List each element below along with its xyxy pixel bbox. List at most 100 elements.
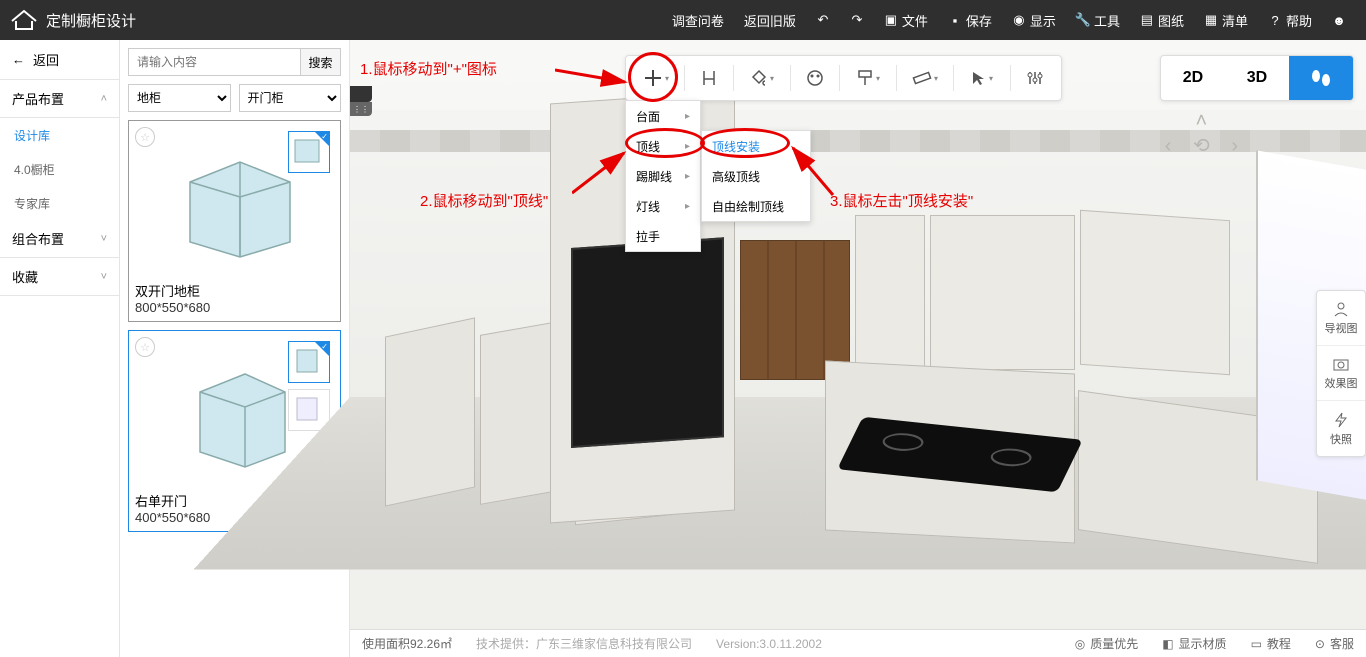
variant-thumb-1[interactable] [288,341,330,383]
target-icon: ◎ [1075,637,1085,651]
bolt-icon [1332,411,1350,429]
menu-tools[interactable]: 🔧工具 [1076,11,1120,30]
menu-display[interactable]: ◉显示 [1012,11,1056,30]
user-icon: ☻ [1332,13,1346,27]
settings-tool[interactable] [1015,55,1055,101]
card-dims: 800*550*680 [135,300,334,315]
status-quality[interactable]: ◎质量优先 [1075,635,1139,652]
measure-tool[interactable]: ▾ [901,55,949,101]
chevron-up-icon: ˄ [1165,110,1246,133]
footprints-icon [1309,68,1333,88]
status-area: 使用面积92.26㎡ [362,635,452,652]
subitem-expert-library[interactable]: 专家库 [0,186,119,220]
section-label: 收藏 [12,267,38,286]
color-tool[interactable] [795,55,835,101]
menu-item-lightline[interactable]: 灯线▸ [626,191,700,221]
material-tool[interactable]: ▾ [738,55,786,101]
redo-icon: ↷ [850,13,864,27]
view-2d-button[interactable]: 2D [1161,56,1225,100]
status-service[interactable]: ⊙客服 [1315,635,1354,652]
category-select-1[interactable]: 地柜 [128,84,231,112]
view-3d-button[interactable]: 3D [1225,56,1289,100]
rail-snapshot[interactable]: 快照 [1317,401,1365,456]
rail-render[interactable]: 效果图 [1317,346,1365,401]
logo: 定制橱柜设计 [10,9,136,31]
back-button[interactable]: ← 返回 [0,40,119,80]
variant-thumb-1[interactable] [288,131,330,173]
status-bar: 使用面积92.26㎡ 技术提供：广东三维家信息科技有限公司 Version:3.… [350,629,1366,657]
ruler-icon [912,69,932,87]
logo-icon [10,9,38,31]
chevron-right-icon: ▸ [685,111,690,122]
menu-help[interactable]: ?帮助 [1268,11,1312,30]
menu-drawings[interactable]: ▤图纸 [1140,11,1184,30]
chair-tool[interactable] [689,55,729,101]
select-tool[interactable]: ▾ [958,55,1006,101]
section-favorites[interactable]: 收藏 ˅ [0,258,119,296]
back-label: 返回 [33,50,59,69]
menu-oldversion[interactable]: 返回旧版 [744,11,796,30]
view-walk-button[interactable] [1289,56,1353,100]
annotation-circle-3 [700,128,790,158]
menu-file[interactable]: ▣文件 [884,11,928,30]
menu-item-countertop[interactable]: 台面▸ [626,101,700,131]
annotation-arrow-3 [788,140,838,200]
menu-item-kickline[interactable]: 踢脚线▸ [626,161,700,191]
headset-icon: ⊙ [1315,637,1325,651]
annotation-arrow-2 [572,148,632,198]
section-label: 组合布置 [12,229,64,248]
cube-icon: ◧ [1162,637,1173,651]
redo-button[interactable]: ↷ [850,13,864,27]
chevron-down-icon: ˅ [101,271,107,283]
help-icon: ? [1268,13,1282,27]
design-canvas[interactable]: ⋮⋮ ▾ ▾ ▾ ▾ ▾ 2D 3D [350,40,1366,657]
rail-navview[interactable]: 导视图 [1317,291,1365,346]
rotate-controls[interactable]: ˄ ‹ ⟲ › [1165,110,1246,158]
subitem-design-library[interactable]: 设计库 [0,118,119,152]
catalog-card-1[interactable]: ☆ 双开门地柜 800*550*680 [128,120,341,322]
section-combo-layout[interactable]: 组合布置 ˅ [0,220,119,258]
folder-icon: ▣ [884,13,898,27]
search-input[interactable] [128,48,301,76]
section-product-layout[interactable]: 产品布置 ˄ [0,80,119,118]
card-thumbnail [135,127,334,277]
status-tech: 技术提供：广东三维家信息科技有限公司 [476,635,692,652]
status-tutorial[interactable]: ▭教程 [1251,635,1291,652]
search-button[interactable]: 搜索 [301,48,341,76]
section-label: 产品布置 [12,89,64,108]
grid-tab[interactable]: ⋮⋮ [350,102,372,116]
cursor-icon [971,70,987,86]
eye-icon: ◉ [1012,13,1026,27]
status-version: Version:3.0.11.2002 [716,637,822,651]
annotation-arrow-1 [555,60,635,100]
annotation-circle-1 [628,52,678,102]
user-outline-icon [1332,300,1350,318]
add-menu-level1: 台面▸ 顶线▸ 踢脚线▸ 灯线▸ 拉手 [625,100,701,252]
card-name: 双开门地柜 [135,281,334,300]
chair-icon [700,69,718,87]
menu-item-handle[interactable]: 拉手 [626,221,700,251]
subitem-40-cabinet[interactable]: 4.0橱柜 [0,152,119,186]
app-title: 定制橱柜设计 [46,10,136,31]
status-material[interactable]: ◧显示材质 [1162,635,1226,652]
blueprint-icon: ▤ [1140,13,1154,27]
undo-icon: ↶ [816,13,830,27]
play-icon: ▭ [1251,637,1262,651]
bucket-icon [750,69,768,87]
category-select-2[interactable]: 开门柜 [239,84,342,112]
save-icon: ▪ [948,13,962,27]
user-button[interactable]: ☻ [1332,13,1346,27]
view-mode-switch: 2D 3D [1160,55,1354,101]
collapse-tab[interactable] [350,86,372,102]
chevron-right-icon: ▸ [685,201,690,212]
list-icon: ▦ [1204,13,1218,27]
menu-save[interactable]: ▪保存 [948,11,992,30]
left-sidebar: ← 返回 产品布置 ˄ 设计库 4.0橱柜 专家库 组合布置 ˅ 收藏 ˅ [0,40,120,657]
brush-tool[interactable]: ▾ [844,55,892,101]
menu-list[interactable]: ▦清单 [1204,11,1248,30]
chevron-down-icon: ˅ [101,233,107,245]
menu-survey[interactable]: 调查问卷 [672,11,724,30]
chevron-up-icon: ˄ [101,93,107,105]
sliders-icon [1026,69,1044,87]
undo-button[interactable]: ↶ [816,13,830,27]
